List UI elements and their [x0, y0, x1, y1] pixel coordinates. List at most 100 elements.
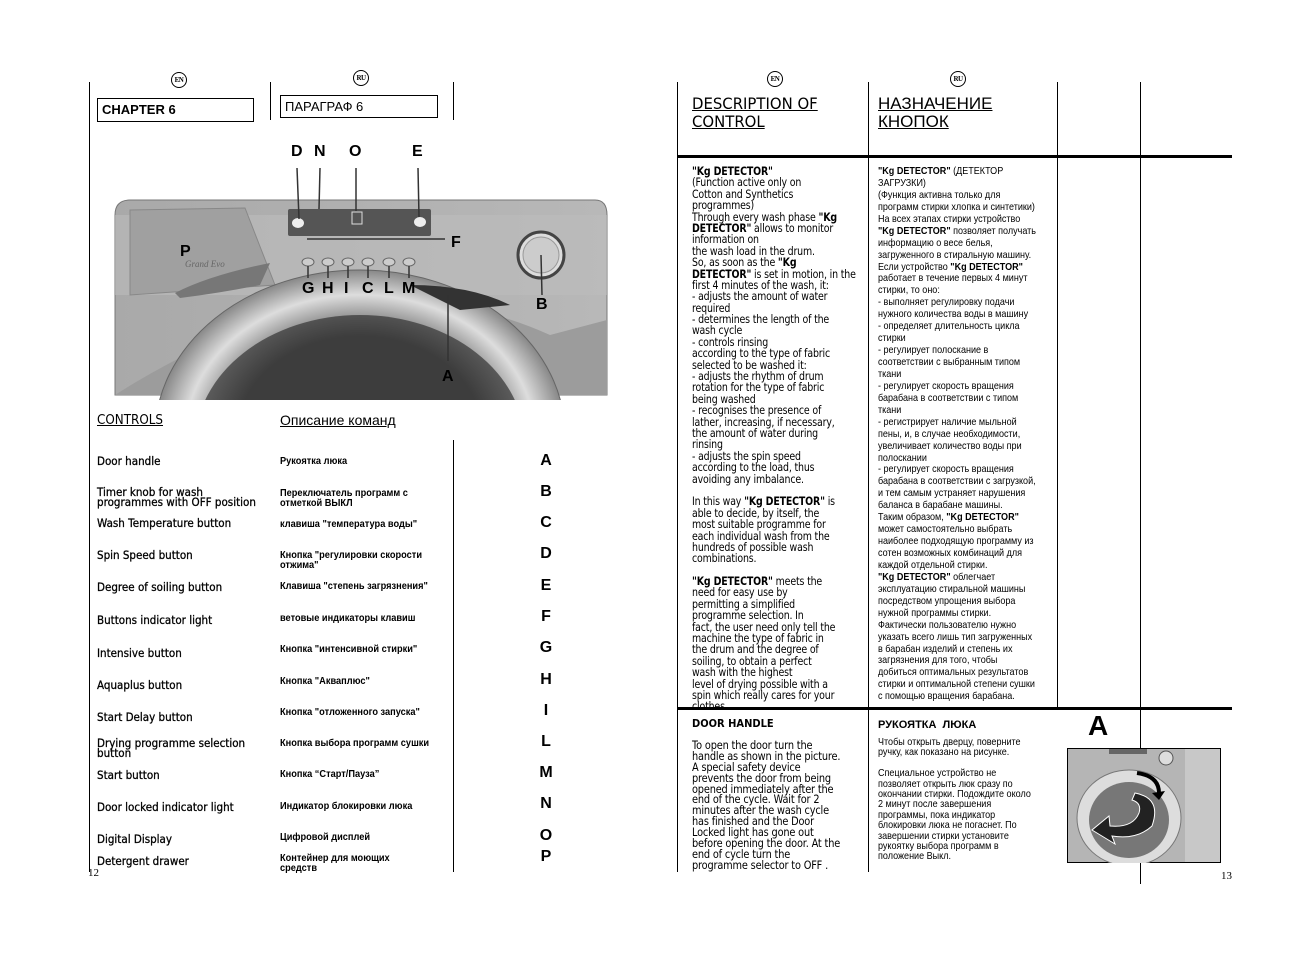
text-line: эксплуатацию стиральной машины: [878, 582, 1026, 595]
control-name-en: Start button: [97, 768, 160, 782]
figure-letter: A: [1088, 710, 1109, 741]
control-name-ru: Кнопка "отложенного запуска": [280, 706, 420, 718]
text-line: - регистрирует наличие мыльной: [878, 415, 1017, 428]
control-name-ru: Кнопка "Акваплюс": [280, 675, 370, 687]
control-name-ru: Кнопка "регулировки скорости отжима": [280, 549, 422, 571]
label-l: L: [384, 280, 394, 297]
lang-en-badge: EN: [171, 72, 187, 88]
kg-detector-text-en: "Kg DETECTOR" (Function active only on Cot…: [692, 165, 856, 713]
label-p: P: [180, 243, 191, 260]
column-rule: [453, 440, 454, 872]
text-line: барабана в соответствии с типом: [878, 391, 1019, 404]
title-line: НАЗНАЧЕНИЕ: [878, 94, 993, 113]
control-name-en: Intensive button: [97, 646, 182, 660]
text-line: ткани: [878, 403, 902, 416]
label-i: I: [344, 280, 348, 297]
control-name-ru: клавиша "температура воды": [280, 518, 418, 530]
text-line: посредством упрощения выбора: [878, 594, 1016, 607]
control-key-letter: H: [540, 671, 552, 688]
control-name-en: Timer knob for wash programmes with OFF …: [97, 485, 256, 509]
text-line: avoiding any imbalance.: [692, 471, 804, 486]
control-key-letter: P: [540, 848, 552, 865]
left-margin-rule: [89, 82, 90, 872]
text-line: programme selector to OFF .: [692, 857, 829, 872]
label-h: H: [322, 280, 334, 297]
text-line: увеличивает количество воды при: [878, 439, 1022, 452]
control-name-ru: Клавиша "степень загрязнения": [280, 580, 428, 592]
control-key-letter: A: [540, 452, 552, 469]
page-number: 12: [88, 867, 99, 879]
door-handle-text-ru: Чтобы открыть дверцу, поверните ручку, ка…: [878, 736, 1031, 863]
door-handle-heading-en: DOOR HANDLE: [692, 717, 774, 730]
column-rule: [1057, 82, 1058, 710]
column-rule: [1140, 862, 1141, 884]
control-key-letter: C: [540, 514, 552, 531]
text-line: блокировки люка не погаснет. По: [878, 819, 1017, 832]
column-rule: [270, 82, 271, 120]
text-line: программ стирки хлопка и синтетики): [878, 200, 1035, 213]
column-rule: [677, 82, 678, 872]
page-number: 13: [1221, 870, 1232, 882]
kg-detector-text-ru: "Kg DETECTOR" (ДЕТЕКТОР ЗАГРУЗКИ) (Функция…: [878, 165, 1036, 703]
text-line: Фактически пользователю нужно: [878, 618, 1017, 631]
title-line: КНОПОК: [878, 112, 949, 131]
lang-ru-badge: RU: [353, 70, 369, 86]
label-a: A: [442, 368, 454, 385]
control-name-en: Detergent drawer: [97, 854, 189, 868]
label-n: N: [314, 143, 326, 160]
chapter-ru: ПАРАГРАФ 6: [280, 95, 438, 118]
control-name-ru: Переключатель программ с отметкой ВЫКЛ: [280, 487, 408, 509]
label-d: D: [291, 143, 303, 160]
label-c: C: [362, 280, 374, 297]
text-line: Специальное устройство не: [878, 767, 997, 780]
door-handle-text-en: To open the door turn the handle as shown…: [692, 739, 840, 872]
section-rule: [677, 155, 1232, 158]
control-key-letter: F: [541, 608, 551, 625]
brand-logo: Grand Evo: [185, 259, 225, 269]
control-name-en: Aquaplus button: [97, 678, 183, 692]
control-name-en: Buttons indicator light: [97, 613, 213, 627]
control-name-en: Door locked indicator light: [97, 800, 234, 814]
text-line: указать всего лишь тип загруженных: [878, 630, 1033, 643]
section-title-en: DESCRIPTION OF CONTROL: [692, 95, 818, 131]
control-key-letter: M: [539, 764, 553, 781]
title-line: CONTROL: [692, 112, 765, 131]
control-key-letter: G: [539, 639, 553, 656]
chapter-en: CHAPTER 6: [97, 98, 254, 122]
control-key-letter: L: [541, 733, 551, 750]
control-key-letter: O: [539, 827, 553, 844]
control-key-letter: N: [540, 795, 552, 812]
control-name-en: Wash Temperature button: [97, 516, 232, 530]
text-line: положение Выкл.: [878, 850, 951, 863]
control-name-ru: Кнопка “Старт/Пауза”: [280, 768, 380, 780]
control-name-ru: Кнопка "интенсивной стирки": [280, 643, 418, 655]
label-m: M: [402, 280, 415, 297]
control-name-en: Digital Display: [97, 832, 173, 846]
text-line: нужной программы стирки.: [878, 606, 992, 619]
column-rule: [453, 82, 454, 120]
control-name-ru: Рукоятка люка: [280, 455, 348, 467]
door-opening-figure: [1067, 748, 1221, 863]
control-name-en: Start Delay button: [97, 710, 193, 724]
control-name-en: Spin Speed button: [97, 548, 193, 562]
controls-title-ru: Описание команд: [280, 412, 396, 428]
control-name-ru: ветовые индикаторы клавиш: [280, 612, 416, 624]
text-line: с помощью вращения барабана.: [878, 690, 1015, 703]
control-name-ru: Цифровой дисплей: [280, 831, 371, 843]
control-key-letter: E: [540, 577, 552, 594]
label-e: E: [412, 143, 423, 160]
control-name-ru: Контейнер для моющих средств: [280, 852, 390, 874]
control-name-ru: Кнопка выбора программ сушки: [280, 737, 430, 749]
lang-ru-badge: RU: [950, 71, 966, 87]
column-rule: [868, 82, 869, 872]
text-line: информацию о весе белья,: [878, 236, 993, 249]
washing-machine-control-panel-figure: Grand Evo D N O E F P G H I C L M B A: [114, 143, 608, 400]
door-handle-heading-ru: РУКОЯТКА ЛЮКА: [878, 719, 977, 731]
label-b: B: [536, 296, 548, 313]
text-line: combinations.: [692, 551, 757, 566]
control-name-en: Drying programme selection button: [97, 736, 246, 760]
control-name-en: Door handle: [97, 454, 161, 468]
control-name-ru: Индикатор блокировки люка: [280, 800, 413, 812]
control-key-letter: I: [543, 702, 549, 719]
text-line: "Kg DETECTOR" позволяет получать: [878, 224, 1036, 237]
